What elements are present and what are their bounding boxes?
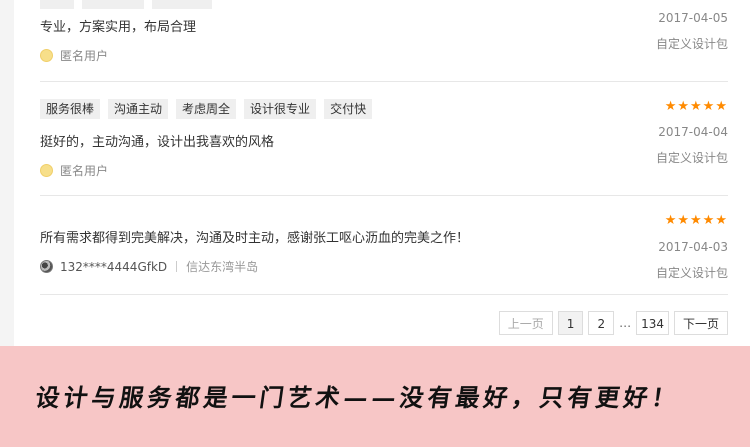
review-package: 自定义设计包: [655, 37, 728, 51]
rating-stars: ★★★★★: [664, 99, 728, 114]
review-tag: 沟通主动: [108, 99, 169, 119]
pagination: 上一页 1 2 … 134 下一页: [498, 311, 728, 335]
next-page-button[interactable]: 下一页: [673, 311, 728, 335]
review-user: 132****4444GfkD 信达东湾半岛: [40, 258, 258, 275]
divider: [40, 81, 728, 82]
review-tag: 交付快: [324, 99, 373, 119]
review-item: 专业，方案实用，布局合理 匿名用户 2017-04-05 自定义设计包: [40, 0, 728, 69]
review-date: 2017-04-03: [658, 240, 728, 254]
review-content: 挺好的，主动沟通，设计出我喜欢的风格: [40, 135, 275, 150]
banner-slogan: 设计与服务都是一门艺术——没有最好，只有更好！: [33, 383, 682, 412]
page-button-2[interactable]: 2: [588, 311, 615, 335]
review-location: 信达东湾半岛: [186, 260, 259, 274]
review-item: 所有需求都得到完美解决，沟通及时主动，感谢张工呕心沥血的完美之作！ 132***…: [40, 213, 728, 288]
review-package: 自定义设计包: [655, 151, 728, 165]
review-user: 匿名用户: [40, 162, 108, 179]
review-item: 服务很棒 沟通主动 考虑周全 设计很专业 交付快 挺好的，主动沟通，设计出我喜欢…: [40, 99, 728, 184]
avatar: [40, 260, 53, 273]
rating-stars: ★★★★★: [664, 213, 728, 228]
prev-page-button[interactable]: 上一页: [498, 311, 553, 335]
page-button-last[interactable]: 134: [636, 311, 669, 335]
left-shade: [0, 0, 14, 346]
review-tag: [82, 0, 144, 9]
review-tag: 考虑周全: [176, 99, 237, 119]
review-user-name: 匿名用户: [60, 164, 109, 178]
review-tag: [152, 0, 212, 9]
review-content: 所有需求都得到完美解决，沟通及时主动，感谢张工呕心沥血的完美之作！: [40, 231, 470, 246]
review-tag: [40, 0, 74, 9]
review-content: 专业，方案实用，布局合理: [40, 20, 197, 35]
review-user: 匿名用户: [40, 47, 108, 64]
avatar: [40, 49, 53, 62]
review-date: 2017-04-04: [658, 125, 728, 139]
review-date: 2017-04-05: [658, 11, 728, 25]
review-tag: 设计很专业: [244, 99, 317, 119]
review-package: 自定义设计包: [655, 266, 728, 280]
divider: [40, 195, 728, 196]
review-user-name: 132****4444GfkD: [60, 259, 168, 274]
separator: [176, 261, 178, 272]
avatar: [40, 164, 53, 177]
review-tag: 服务很棒: [40, 99, 101, 119]
review-tags: 服务很棒 沟通主动 考虑周全 设计很专业 交付快: [40, 99, 373, 119]
review-user-name: 匿名用户: [60, 49, 109, 63]
pagination-ellipsis: …: [619, 316, 632, 330]
review-tags: [40, 0, 212, 9]
page-button-1[interactable]: 1: [557, 311, 584, 335]
divider: [40, 294, 728, 295]
